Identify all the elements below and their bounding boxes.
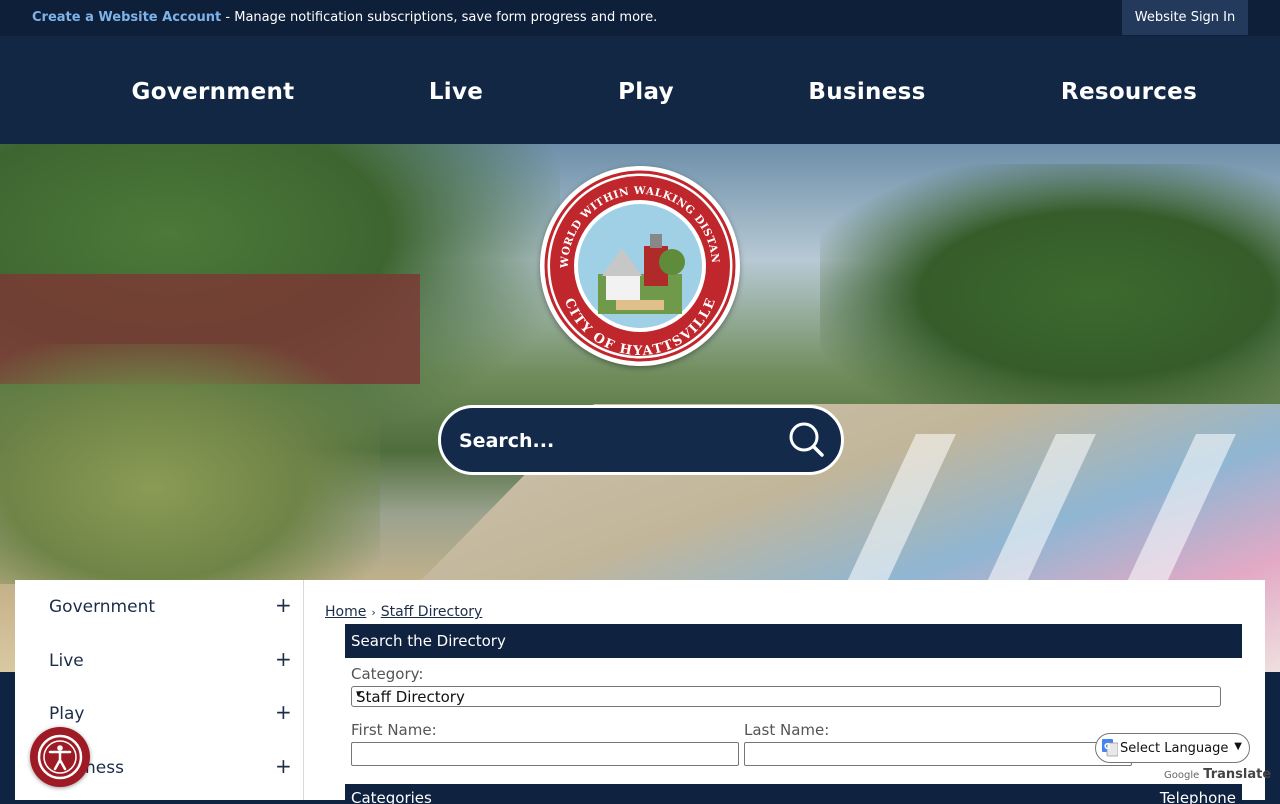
expand-plus-icon[interactable]: + — [275, 754, 292, 778]
seal-graphic: A WORLD WITHIN WALKING DISTANCE CITY OF … — [540, 166, 736, 362]
breadcrumb-home-link[interactable]: Home — [325, 604, 366, 620]
accessibility-icon — [37, 734, 83, 780]
sidebar-item-live[interactable]: Live + — [15, 641, 303, 681]
hero-grass — [0, 344, 380, 584]
expand-plus-icon[interactable]: + — [275, 700, 292, 724]
search-placeholder[interactable]: Search... — [459, 430, 554, 452]
nav-item-business[interactable]: Business — [808, 79, 925, 105]
breadcrumb: Home › Staff Directory — [325, 604, 482, 620]
column-header-telephone[interactable]: Telephone — [1160, 789, 1236, 804]
search-icon[interactable] — [787, 420, 827, 464]
main-content: Home › Staff Directory Search the Director… — [304, 580, 1265, 804]
nav-item-play[interactable]: Play — [618, 79, 674, 105]
breadcrumb-current-link[interactable]: Staff Directory — [381, 604, 483, 620]
svg-text:G: G — [1104, 742, 1111, 751]
nav-item-live[interactable]: Live — [429, 79, 483, 105]
first-name-label: First Name: — [351, 721, 437, 739]
directory-search-title: Search the Directory — [351, 632, 506, 650]
google-logo-text: Google — [1164, 770, 1200, 781]
chevron-down-icon: ▾ — [356, 687, 362, 700]
utility-bar: Create a Website Account - Manage notifi… — [0, 0, 1280, 36]
account-message: Create a Website Account - Manage notifi… — [32, 10, 657, 25]
expand-plus-icon[interactable]: + — [275, 593, 292, 617]
hero-trees-right — [820, 164, 1280, 424]
account-message-text: - Manage notification subscriptions, sav… — [221, 10, 658, 25]
category-select[interactable]: Staff Directory ▾ — [351, 686, 1221, 707]
expand-plus-icon[interactable]: + — [275, 647, 292, 671]
city-seal-logo[interactable]: A WORLD WITHIN WALKING DISTANCE CITY OF … — [540, 166, 740, 366]
nav-item-resources[interactable]: Resources — [1061, 79, 1197, 105]
chevron-down-icon: ▼ — [1234, 741, 1242, 752]
first-name-field[interactable] — [351, 742, 739, 766]
column-header-categories[interactable]: Categories — [351, 789, 432, 804]
category-label: Category: — [351, 665, 424, 683]
site-search[interactable]: Search... — [438, 405, 844, 475]
breadcrumb-separator: › — [371, 606, 376, 619]
language-select[interactable]: G Select Language ▼ — [1095, 733, 1250, 763]
nav-item-government[interactable]: Government — [132, 79, 295, 105]
last-name-label: Last Name: — [744, 721, 830, 739]
last-name-field[interactable] — [744, 742, 1132, 766]
sidebar-item-label[interactable]: Play — [49, 704, 84, 724]
website-sign-in-button[interactable]: Website Sign In — [1122, 0, 1248, 35]
create-account-link[interactable]: Create a Website Account — [32, 10, 221, 25]
powered-by-google[interactable]: Google Translate — [1164, 767, 1271, 782]
google-translate-icon: G — [1102, 739, 1119, 761]
directory-table-header: Categories Telephone — [345, 784, 1242, 804]
directory-search-header: Search the Directory — [345, 624, 1242, 658]
language-select-label: Select Language — [1120, 741, 1229, 756]
accessibility-button[interactable] — [30, 727, 90, 787]
main-navigation: Government Live Play Business Resources — [0, 36, 1280, 144]
sidebar-item-government[interactable]: Government + — [15, 587, 303, 627]
sidebar-item-label[interactable]: Government — [49, 597, 155, 617]
sidebar-item-label[interactable]: Live — [49, 651, 84, 671]
translate-link[interactable]: Translate — [1203, 767, 1271, 782]
